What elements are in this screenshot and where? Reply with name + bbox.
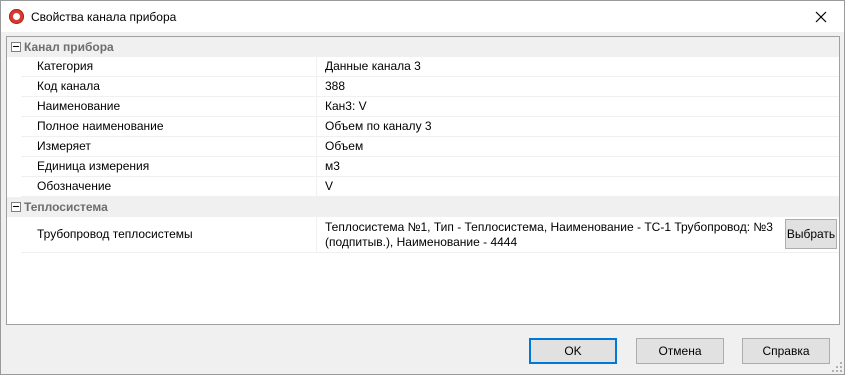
- cancel-button[interactable]: Отмена: [636, 338, 724, 364]
- help-button[interactable]: Справка: [742, 338, 830, 364]
- property-value[interactable]: 388: [325, 77, 345, 96]
- property-name: Код канала: [21, 77, 317, 96]
- property-name: Наименование: [21, 97, 317, 116]
- property-value[interactable]: Теплосистема №1, Тип - Теплосистема, Наи…: [325, 220, 780, 250]
- property-name: Трубопровод теплосистемы: [21, 217, 317, 252]
- app-icon: [9, 9, 24, 24]
- collapse-icon[interactable]: [11, 202, 21, 212]
- property-value[interactable]: Данные канала 3: [325, 57, 421, 76]
- property-name: Единица измерения: [21, 157, 317, 176]
- window-title: Свойства канала прибора: [31, 10, 177, 24]
- property-value[interactable]: Объем: [325, 137, 363, 156]
- property-row-full-name[interactable]: Полное наименование Объем по каналу 3: [21, 117, 839, 137]
- title-bar: Свойства канала прибора: [1, 1, 844, 32]
- property-row-pipeline[interactable]: Трубопровод теплосистемы Теплосистема №1…: [21, 217, 839, 253]
- category-label: Канал прибора: [24, 40, 114, 54]
- resize-grip-icon[interactable]: [832, 362, 842, 372]
- property-row-designation[interactable]: Обозначение V: [21, 177, 839, 197]
- property-value[interactable]: V: [325, 177, 333, 196]
- property-name: Категория: [21, 57, 317, 76]
- property-row-category[interactable]: Категория Данные канала 3: [21, 57, 839, 77]
- property-name: Измеряет: [21, 137, 317, 156]
- dialog-window: Свойства канала прибора Канал прибора Ка…: [0, 0, 845, 375]
- property-grid: Канал прибора Категория Данные канала 3 …: [6, 36, 840, 325]
- close-button[interactable]: [798, 1, 844, 32]
- property-row-name[interactable]: Наименование Кан3: V: [21, 97, 839, 117]
- property-value[interactable]: Объем по каналу 3: [325, 117, 432, 136]
- property-value[interactable]: м3: [325, 157, 340, 176]
- category-label: Теплосистема: [24, 200, 108, 214]
- ok-button[interactable]: OK: [529, 338, 617, 364]
- close-icon: [815, 11, 827, 22]
- category-channel[interactable]: Канал прибора: [7, 37, 839, 57]
- choose-button[interactable]: Выбрать: [785, 219, 837, 249]
- property-name: Обозначение: [21, 177, 317, 196]
- property-row-unit[interactable]: Единица измерения м3: [21, 157, 839, 177]
- property-value[interactable]: Кан3: V: [325, 97, 367, 116]
- property-name: Полное наименование: [21, 117, 317, 136]
- property-row-channel-code[interactable]: Код канала 388: [21, 77, 839, 97]
- category-heat-system[interactable]: Теплосистема: [7, 197, 839, 217]
- collapse-icon[interactable]: [11, 42, 21, 52]
- property-row-measures[interactable]: Измеряет Объем: [21, 137, 839, 157]
